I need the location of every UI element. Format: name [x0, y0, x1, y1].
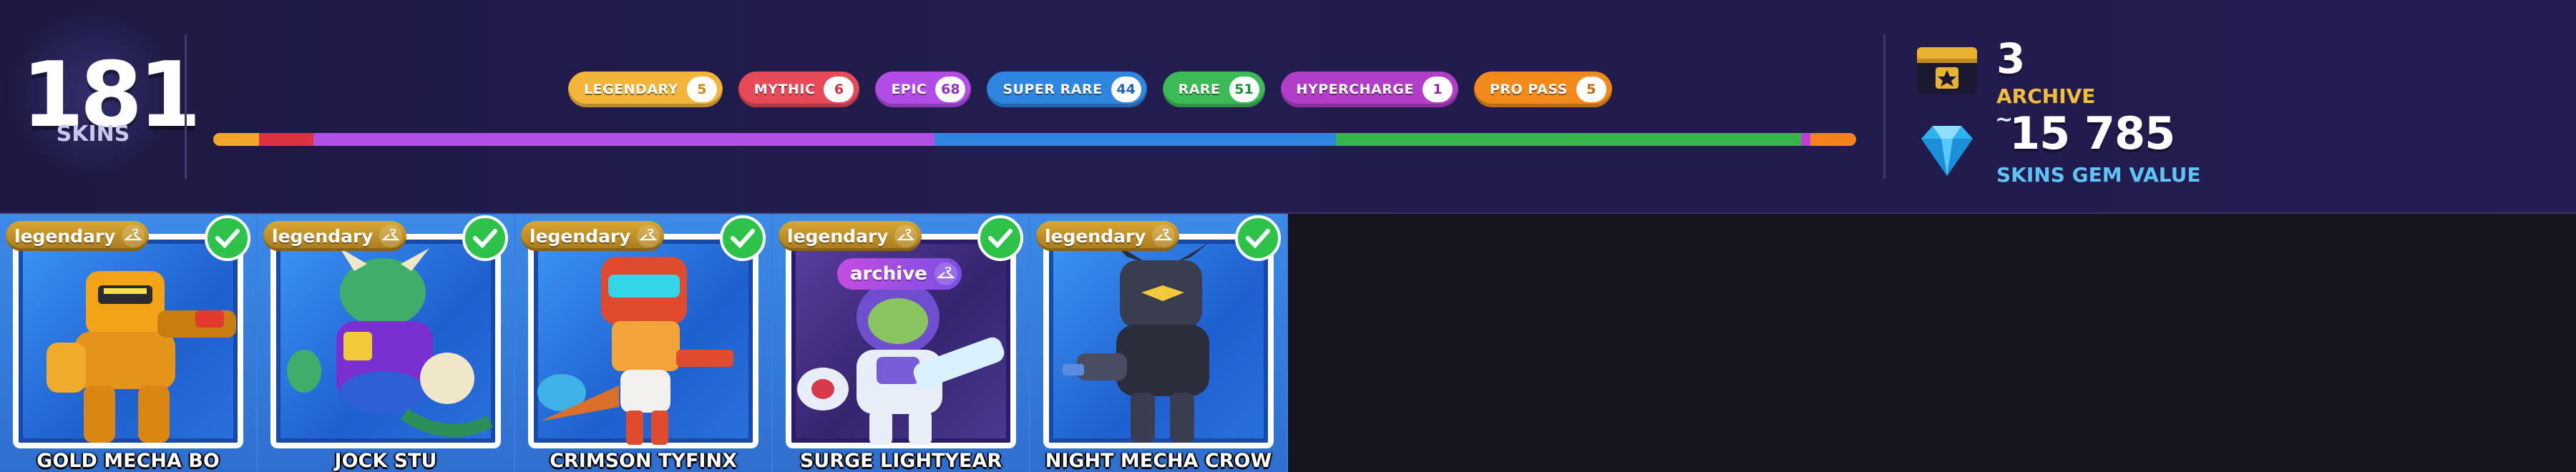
rarity-pill-count: 51	[1229, 77, 1259, 102]
skin-name: NIGHT MECHA CROW	[1045, 450, 1272, 472]
rarity-pill-count: 1	[1422, 77, 1453, 102]
gem-icon	[1921, 126, 1973, 176]
skin-art	[537, 257, 733, 445]
hanger-icon	[121, 225, 145, 247]
rarity-badge-label: legendary	[787, 225, 889, 247]
rarity-bar-segment-pro-pass	[1810, 133, 1856, 146]
archive-label: ARCHIVE	[1996, 84, 2096, 108]
skin-art	[287, 248, 494, 437]
rarity-pill-count: 6	[824, 77, 854, 102]
rarity-bar-segment-super-rare	[934, 133, 1336, 146]
skin-card[interactable]: legendary CRIMSON TYFINX	[515, 214, 771, 472]
gem-value: 15 785	[2009, 107, 2175, 159]
owned-check-icon	[205, 215, 250, 261]
rarity-pill-label: HYPERCHARGE	[1296, 82, 1414, 97]
skin-name: CRIMSON TYFINX	[550, 450, 737, 472]
rarity-bar-segment-hypercharge	[1801, 133, 1811, 146]
owned-check-icon	[720, 215, 766, 261]
rarity-badge: legendary	[6, 221, 149, 251]
rarity-pill-pro-pass[interactable]: PRO PASS 5	[1473, 72, 1612, 107]
skin-name: GOLD MECHA BO	[36, 450, 220, 472]
rarity-pill-label: MYTHIC	[753, 82, 816, 97]
rarity-bar-segment-legendary	[213, 133, 259, 146]
rarity-pill-mythic[interactable]: MYTHIC 6	[738, 72, 860, 107]
rarity-pill-epic[interactable]: EPIC 68	[875, 72, 972, 107]
rarity-pill-hypercharge[interactable]: HYPERCHARGE 1	[1280, 72, 1458, 107]
rarity-filter-pills: LEGENDARY 5 MYTHIC 6 EPIC 68 SUPER RARE …	[568, 72, 1612, 107]
skin-card[interactable]: legendary NIGHT MECHA CROW	[1030, 214, 1287, 472]
hanger-icon	[934, 262, 957, 285]
hanger-icon	[1151, 225, 1175, 247]
stats-header: 181 SKINS LEGENDARY 5 MYTHIC 6 EPIC 68 S…	[0, 0, 2576, 214]
total-skins-label: SKINS	[56, 122, 130, 147]
rarity-pill-count: 5	[686, 77, 717, 102]
rarity-pill-count: 44	[1111, 77, 1141, 102]
rarity-distribution-bar	[213, 133, 1856, 146]
skin-card[interactable]: legendary GOLD MECHA BO	[0, 214, 256, 472]
rarity-badge-label: legendary	[1045, 225, 1146, 247]
rarity-pill-label: PRO PASS	[1489, 82, 1568, 97]
skin-card[interactable]: legendary archive SURGE LIGHTYEAR	[773, 214, 1029, 472]
rarity-pill-label: RARE	[1178, 82, 1221, 97]
rarity-badge: legendary	[779, 221, 922, 251]
skin-name: JOCK STU	[334, 450, 437, 472]
rarity-badge: legendary	[521, 221, 664, 251]
rarity-bar-segment-epic	[313, 133, 935, 146]
rarity-pill-label: LEGENDARY	[584, 82, 678, 97]
gem-value-label: SKINS GEM VALUE	[1996, 163, 2201, 187]
rarity-bar-segment-mythic	[258, 133, 314, 146]
rarity-pill-count: 68	[935, 77, 966, 102]
rarity-badge-label: legendary	[272, 225, 374, 247]
skins-grid: legendary GOLD MECHA BO legendary JOCK S…	[0, 214, 1288, 472]
skin-name: SURGE LIGHTYEAR	[799, 450, 1002, 472]
owned-check-icon	[977, 215, 1023, 261]
rarity-pill-super-rare[interactable]: SUPER RARE 44	[987, 72, 1147, 107]
rarity-pill-rare[interactable]: RARE 51	[1162, 72, 1265, 107]
archive-count: 3	[1996, 34, 2026, 83]
rarity-pill-legendary[interactable]: LEGENDARY 5	[568, 72, 723, 107]
skin-art	[47, 271, 236, 443]
divider	[185, 34, 187, 179]
archive-chest-icon	[1917, 47, 1977, 94]
rarity-pill-count: 5	[1576, 77, 1606, 102]
hanger-icon	[894, 225, 917, 247]
rarity-bar-segment-rare	[1335, 133, 1802, 146]
rarity-badge-label: legendary	[530, 225, 631, 247]
archive-badge-label: archive	[850, 263, 927, 285]
owned-check-icon	[462, 215, 508, 261]
divider	[1883, 34, 1885, 179]
rarity-pill-label: EPIC	[891, 82, 927, 97]
skin-card[interactable]: legendary JOCK STU	[258, 214, 514, 472]
hanger-icon	[379, 225, 402, 247]
archive-badge: archive	[837, 258, 962, 290]
total-skins-panel: 181 SKINS	[0, 0, 201, 212]
hanger-icon	[636, 225, 660, 247]
skin-art	[1063, 242, 1209, 443]
rarity-badge: legendary	[263, 221, 406, 251]
rarity-badge: legendary	[1036, 221, 1179, 251]
rarity-pill-label: SUPER RARE	[1002, 82, 1103, 97]
rarity-badge-label: legendary	[14, 225, 116, 247]
owned-check-icon	[1235, 215, 1281, 261]
